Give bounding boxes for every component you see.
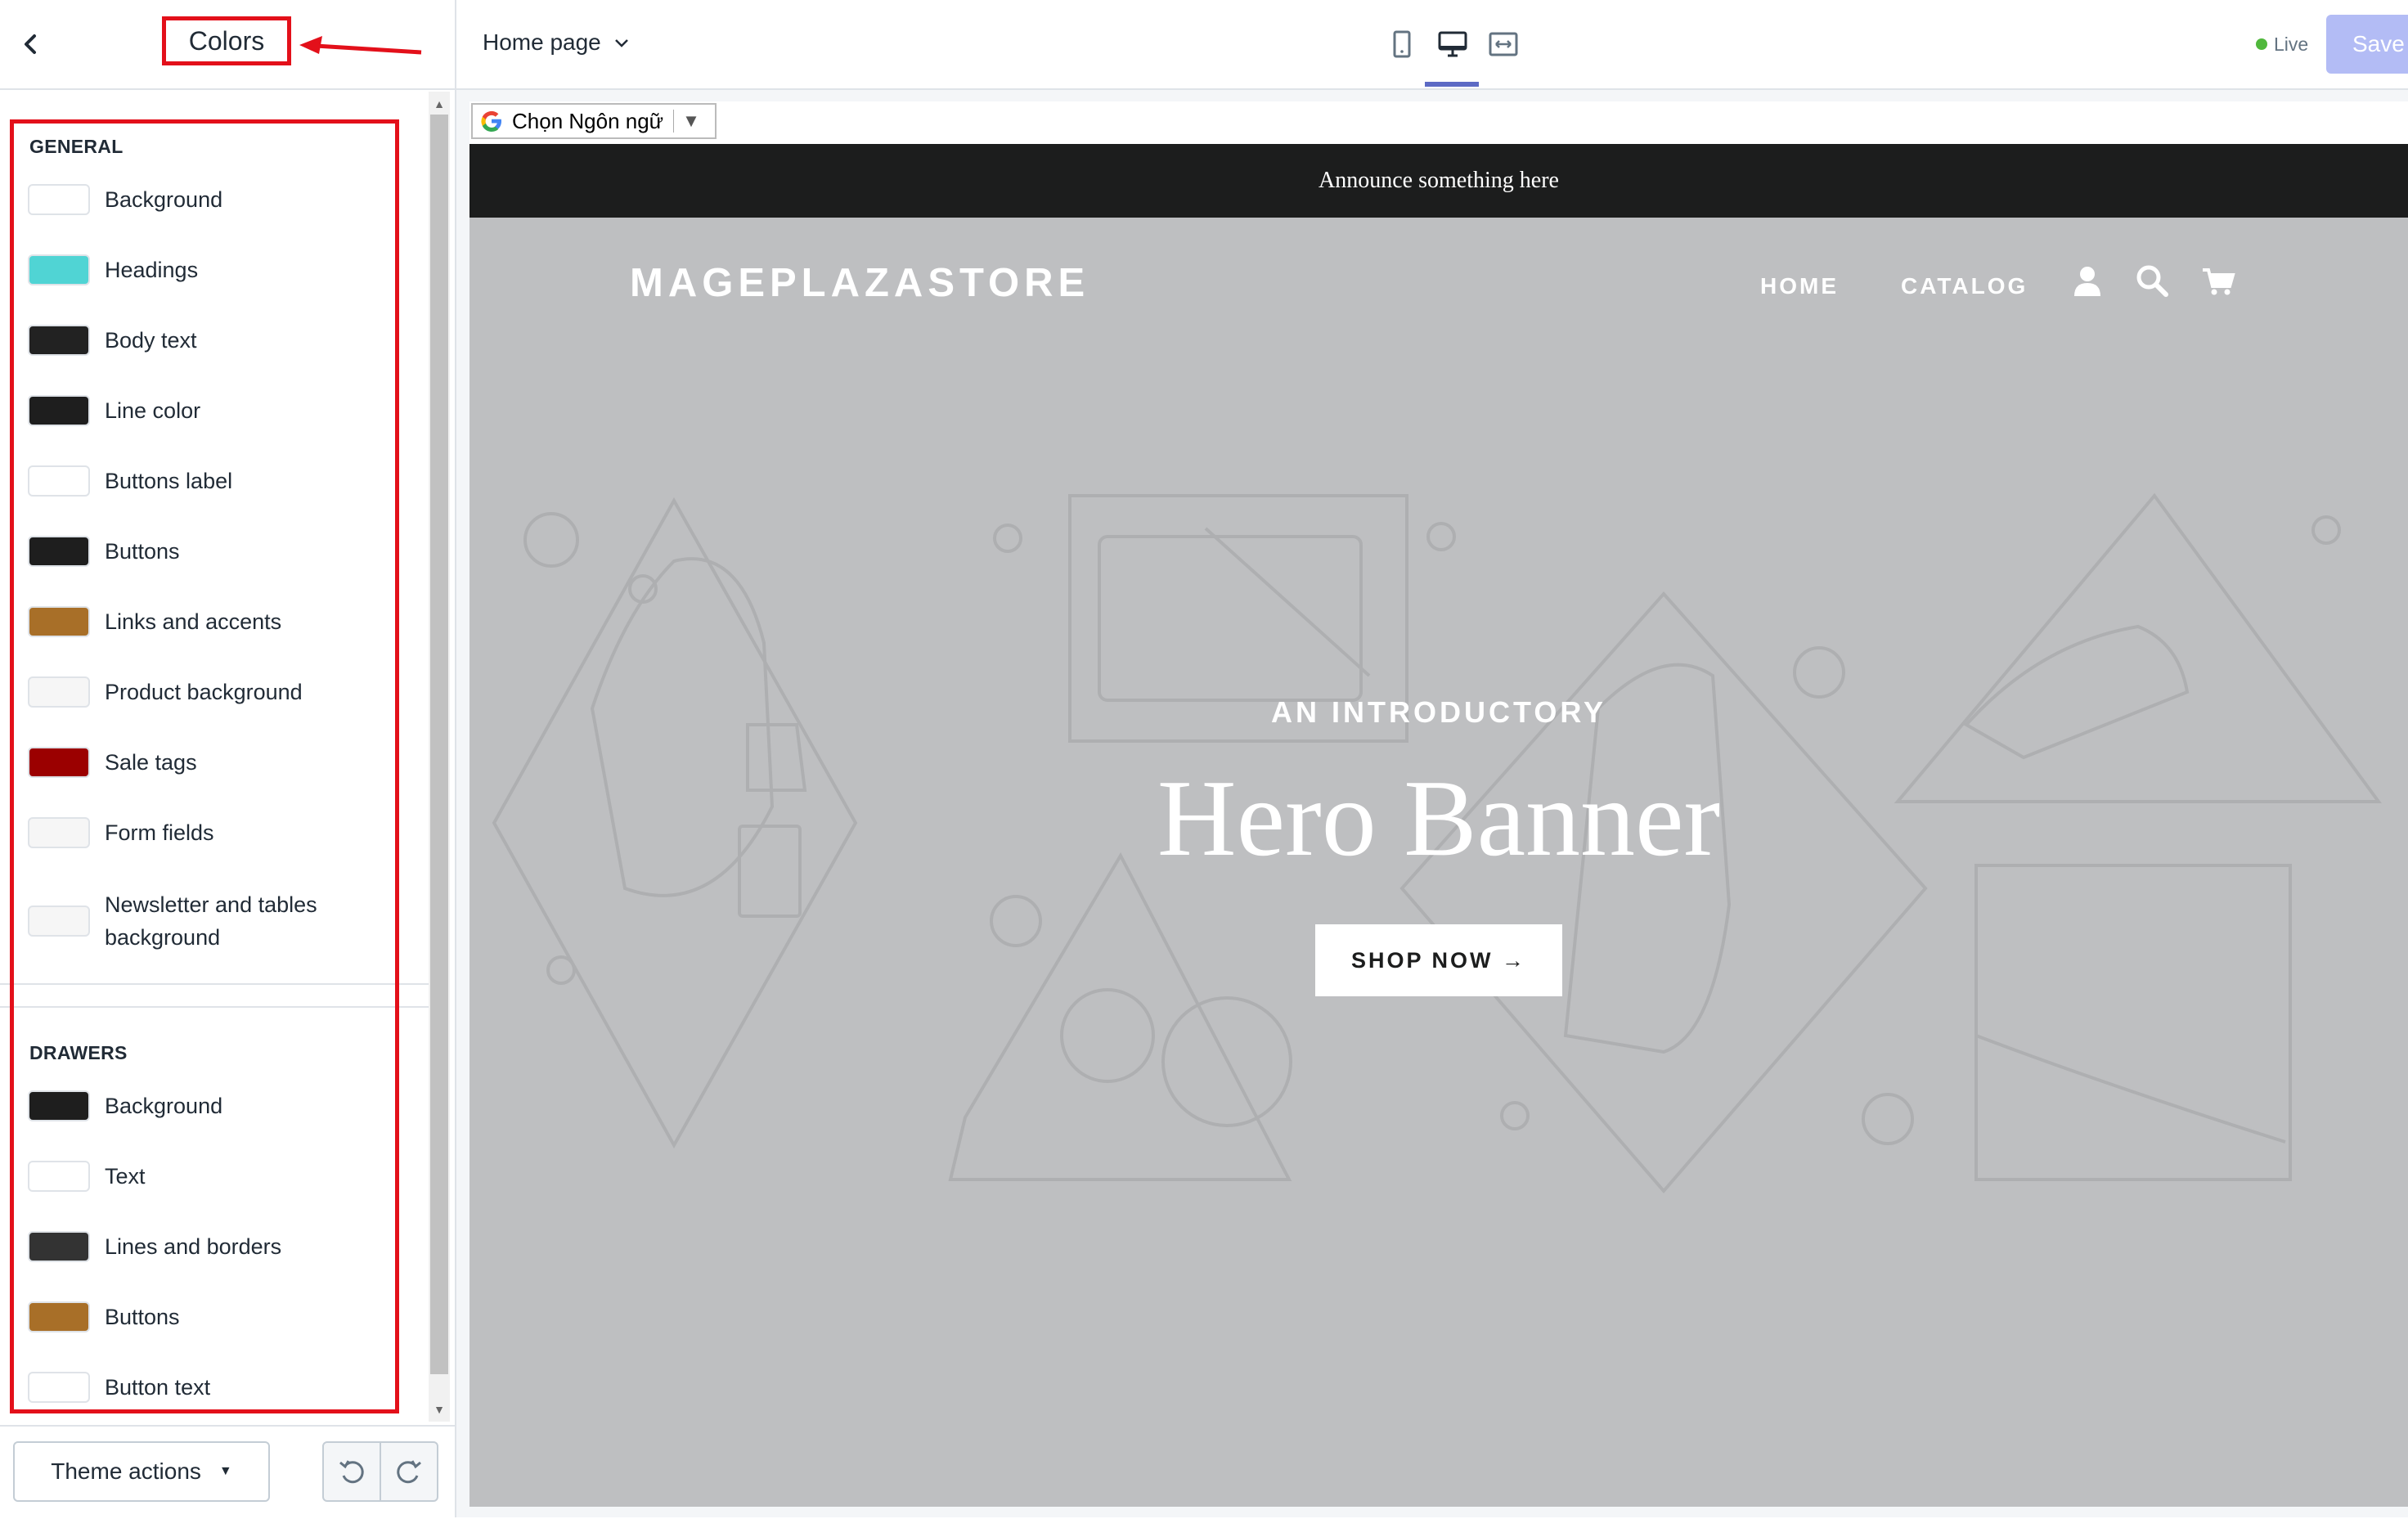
save-button[interactable]: Save (2326, 15, 2408, 74)
color-setting-sale-tags[interactable]: Sale tags (28, 746, 197, 779)
scroll-up-arrow-icon[interactable]: ▲ (429, 95, 450, 113)
account-icon[interactable] (2069, 263, 2105, 299)
mobile-view-button[interactable] (1382, 25, 1422, 64)
color-setting-drawer-lines-and-borders[interactable]: Lines and borders (28, 1230, 281, 1263)
color-setting-line-color[interactable]: Line color (28, 394, 200, 427)
color-setting-label: Text (105, 1164, 146, 1189)
color-setting-label: Buttons (105, 539, 180, 564)
color-swatch[interactable] (28, 747, 90, 778)
google-translate-widget[interactable]: Chọn Ngôn ngữ ▼ (471, 103, 717, 139)
color-setting-drawer-text[interactable]: Text (28, 1160, 146, 1193)
search-icon[interactable] (2135, 263, 2171, 299)
color-setting-buttons[interactable]: Buttons (28, 535, 180, 568)
redo-icon (397, 1460, 421, 1484)
desktop-view-button[interactable] (1433, 25, 1472, 64)
color-setting-label: Headings (105, 258, 199, 282)
color-swatch[interactable] (28, 606, 90, 637)
color-setting-body-text[interactable]: Body text (28, 324, 197, 357)
redo-button[interactable] (380, 1441, 438, 1502)
settings-scroll-area[interactable]: GENERAL Background Headings Body text Li… (0, 92, 434, 1422)
chevron-down-icon (614, 39, 628, 47)
caret-down-icon: ▼ (682, 110, 700, 131)
color-swatch[interactable] (28, 536, 90, 567)
page-selector-label: Home page (483, 29, 601, 55)
translate-label: Chọn Ngôn ngữ (512, 108, 664, 133)
color-setting-buttons-label[interactable]: Buttons label (28, 465, 232, 497)
fullscreen-view-button[interactable] (1484, 25, 1523, 64)
color-setting-headings[interactable]: Headings (28, 254, 198, 286)
color-setting-newsletter-background[interactable]: Newsletter and tables background (28, 887, 350, 955)
color-setting-label: Product background (105, 680, 303, 704)
shop-now-button[interactable]: SHOP NOW → (1315, 924, 1562, 996)
mobile-icon (1393, 30, 1411, 58)
section-title-general: GENERAL (29, 136, 124, 157)
color-swatch[interactable] (28, 254, 90, 285)
expand-horizontal-icon (1489, 32, 1518, 56)
page-selector[interactable]: Home page (483, 25, 631, 61)
color-setting-form-fields[interactable]: Form fields (28, 816, 214, 849)
color-swatch[interactable] (28, 1161, 90, 1192)
color-swatch[interactable] (28, 465, 90, 497)
color-setting-label: Lines and borders (105, 1234, 282, 1259)
cart-icon[interactable] (2200, 263, 2236, 299)
scroll-down-arrow-icon[interactable]: ▼ (429, 1400, 450, 1418)
color-swatch[interactable] (28, 1231, 90, 1262)
hero-kicker: AN INTRODUCTORY (1271, 695, 1606, 729)
translate-separator (673, 110, 675, 133)
undo-icon (339, 1460, 364, 1484)
color-swatch[interactable] (28, 395, 90, 426)
color-setting-label: Buttons label (105, 469, 233, 493)
live-dot-icon (2256, 38, 2267, 50)
color-setting-drawer-button-text[interactable]: Button text (28, 1371, 210, 1404)
announcement-text: Announce something here (1319, 168, 1559, 193)
nav-link-catalog[interactable]: CATALOG (1901, 273, 2028, 299)
section-title-drawers: DRAWERS (29, 1042, 128, 1063)
color-setting-label: Sale tags (105, 750, 197, 775)
color-setting-links-and-accents[interactable]: Links and accents (28, 605, 281, 638)
undo-button[interactable] (322, 1441, 381, 1502)
color-swatch[interactable] (28, 184, 90, 215)
annotation-arrow-icon (299, 36, 422, 55)
back-button[interactable] (11, 25, 51, 64)
color-setting-drawer-background[interactable]: Background (28, 1090, 222, 1122)
chevron-left-icon (25, 34, 36, 54)
color-setting-label: Buttons (105, 1305, 180, 1329)
color-swatch[interactable] (28, 906, 90, 937)
color-setting-label: Background (105, 187, 223, 212)
color-setting-label: Button text (105, 1375, 211, 1400)
color-setting-label: Body text (105, 328, 197, 353)
theme-actions-label: Theme actions (51, 1458, 201, 1484)
color-swatch[interactable] (28, 1372, 90, 1403)
caret-down-icon: ▼ (218, 1464, 232, 1478)
panel-title: Colors (162, 16, 291, 65)
scrollbar-thumb[interactable] (430, 115, 448, 1374)
color-setting-label: Form fields (105, 820, 214, 845)
desktop-icon (1438, 31, 1467, 57)
editor-topbar (456, 0, 2408, 90)
color-setting-background[interactable]: Background (28, 183, 222, 216)
announcement-bar[interactable]: Announce something here (469, 144, 2408, 218)
active-device-indicator (1425, 82, 1479, 87)
color-setting-label: Links and accents (105, 609, 282, 634)
live-status-label: Live (2274, 33, 2309, 55)
google-icon (481, 110, 501, 132)
hero-title: Hero Banner (1157, 757, 1721, 879)
color-setting-product-background[interactable]: Product background (28, 676, 303, 708)
color-setting-label: Line color (105, 398, 201, 423)
color-swatch[interactable] (28, 817, 90, 848)
theme-actions-button[interactable]: Theme actions ▼ (13, 1441, 270, 1502)
store-logo[interactable]: MAGEPLAZASTORE (630, 260, 1089, 306)
color-setting-label: Background (105, 1094, 223, 1118)
color-setting-drawer-buttons[interactable]: Buttons (28, 1301, 180, 1333)
color-swatch[interactable] (28, 676, 90, 708)
section-divider (0, 983, 434, 1008)
color-swatch[interactable] (28, 325, 90, 356)
color-setting-label: Newsletter and tables background (105, 892, 317, 950)
live-status: Live (2256, 29, 2308, 59)
nav-link-home[interactable]: HOME (1760, 273, 1839, 299)
color-swatch[interactable] (28, 1090, 90, 1121)
color-swatch[interactable] (28, 1301, 90, 1332)
